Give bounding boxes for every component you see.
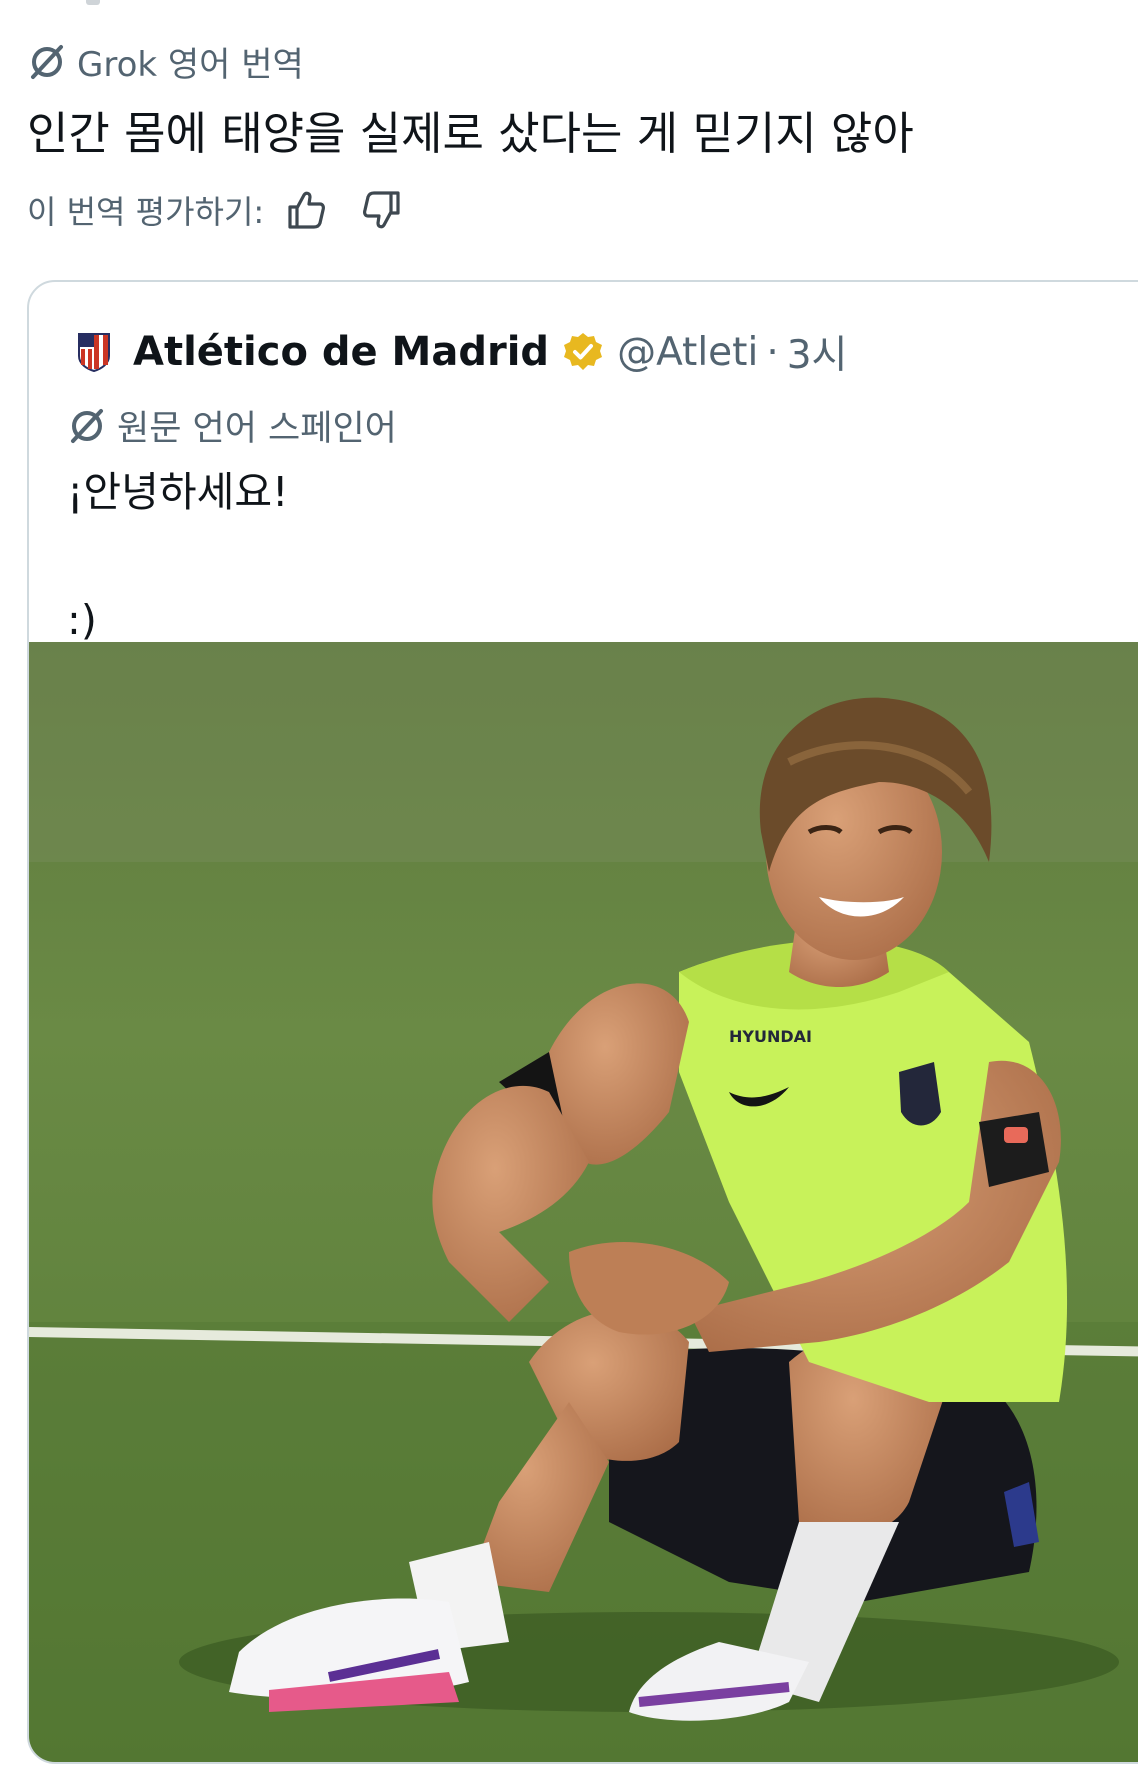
svg-text:HYUNDAI: HYUNDAI — [729, 1027, 812, 1046]
tweet-timestamp[interactable]: 3시 — [787, 324, 848, 380]
original-language-note: 원문 언어 스페인어 — [67, 400, 397, 450]
account-handle[interactable]: @Atleti — [617, 330, 758, 375]
grok-icon — [71, 409, 103, 443]
translation-provider-label: Grok 영어 번역 — [77, 44, 304, 85]
thumbs-up-icon — [288, 191, 326, 229]
rate-translation-label: 이 번역 평가하기: — [27, 193, 265, 231]
previous-content-edge — [86, 0, 100, 5]
tweet-photo[interactable]: HYUNDAI — [29, 642, 1138, 1762]
thumbs-down-button[interactable] — [358, 186, 406, 234]
thumbs-up-button[interactable] — [282, 186, 330, 234]
quoted-tweet-text: ¡안녕하세요! :) — [67, 468, 289, 644]
translation-rating: 이 번역 평가하기: — [27, 188, 406, 232]
translation-provider: Grok 영어 번역 — [27, 38, 304, 85]
atletico-crest-icon — [78, 333, 110, 372]
quoted-tweet-card[interactable]: Atlético de Madrid @Atleti · 3시 원문 언어 스페… — [27, 280, 1138, 1764]
account-name[interactable]: Atlético de Madrid — [133, 329, 549, 375]
separator-dot: · — [766, 329, 779, 375]
thumbs-down-icon — [363, 191, 400, 229]
grok-icon — [31, 45, 63, 79]
original-language-label: 원문 언어 스페인어 — [117, 408, 397, 449]
quoted-tweet-header: Atlético de Madrid @Atleti · 3시 — [77, 322, 847, 382]
verified-badge-icon — [564, 333, 603, 370]
translated-tweet-text: 인간 몸에 태양을 실제로 샀다는 게 믿기지 않아 — [27, 107, 914, 160]
